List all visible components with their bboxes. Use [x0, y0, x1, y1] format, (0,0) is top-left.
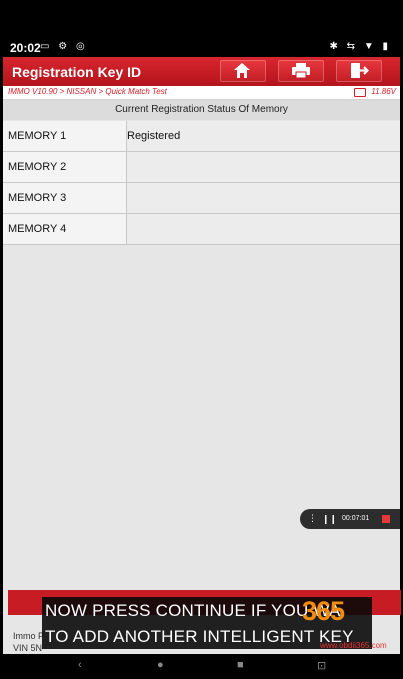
- memory-table: MEMORY 1 Registered MEMORY 2 MEMORY 3 ME…: [3, 121, 400, 245]
- status-time: 20:02: [10, 41, 41, 55]
- android-status-bar: 20:02 ▭ ⚙ ◎ ✱ ⇆ ▼ ▮: [0, 38, 403, 58]
- subtitle-line-1: NOW PRESS CONTINUE IF YOU WA: [45, 601, 341, 620]
- memory-status: Registered: [127, 130, 181, 142]
- exit-button[interactable]: [336, 60, 382, 82]
- memory-label: MEMORY 4: [3, 214, 127, 244]
- table-row: MEMORY 3: [3, 183, 400, 214]
- stop-icon[interactable]: [382, 515, 390, 523]
- print-icon: [292, 63, 310, 79]
- page-title: Registration Key ID: [12, 64, 142, 80]
- home-nav-icon[interactable]: ●: [157, 659, 164, 671]
- memory-label: MEMORY 2: [3, 152, 127, 182]
- breadcrumb: IMMO V10.90 > NISSAN > Quick Match Test …: [3, 86, 400, 100]
- watermark-site: www.obdii365.com: [320, 641, 387, 650]
- android-nav-bar: ‹ ● ■ ⊡: [0, 656, 403, 679]
- watermark-logo: 365 www.obdii365.com: [300, 588, 390, 652]
- watermark-number: 365: [302, 596, 345, 626]
- exit-icon: [351, 63, 369, 78]
- home-icon: [234, 63, 250, 78]
- app-window: Registration Key ID IMMO V10.90 > NISSAN…: [3, 57, 401, 654]
- drag-handle-icon[interactable]: ⋮: [308, 513, 317, 524]
- breadcrumb-path: IMMO V10.90 > NISSAN > Quick Match Test: [8, 87, 167, 96]
- immo-info: Immo P: [13, 631, 45, 641]
- battery-icon: [354, 88, 366, 97]
- voltage-readout: 11.86V: [371, 87, 396, 96]
- print-button[interactable]: [278, 60, 324, 82]
- pause-icon[interactable]: ❙❙: [322, 514, 337, 525]
- title-bar: Registration Key ID: [3, 57, 400, 86]
- table-row: MEMORY 4: [3, 214, 400, 245]
- table-row: MEMORY 2: [3, 152, 400, 183]
- screen-recorder-widget[interactable]: ⋮ ❙❙ 00:07:01: [300, 509, 400, 529]
- back-icon[interactable]: ‹: [78, 659, 82, 671]
- memory-label: MEMORY 3: [3, 183, 127, 213]
- recents-icon[interactable]: ■: [237, 659, 244, 671]
- table-header: Current Registration Status Of Memory: [3, 100, 400, 120]
- vin-info: VIN 5N: [13, 643, 43, 653]
- memory-label: MEMORY 1: [3, 121, 127, 151]
- home-button[interactable]: [220, 60, 266, 82]
- notification-icons: ▭ ⚙ ◎: [40, 41, 88, 52]
- table-row: MEMORY 1 Registered: [3, 121, 400, 152]
- screenshot-icon[interactable]: ⊡: [317, 659, 326, 672]
- system-icons: ✱ ⇆ ▼ ▮: [329, 41, 391, 52]
- recording-time: 00:07:01: [342, 515, 370, 522]
